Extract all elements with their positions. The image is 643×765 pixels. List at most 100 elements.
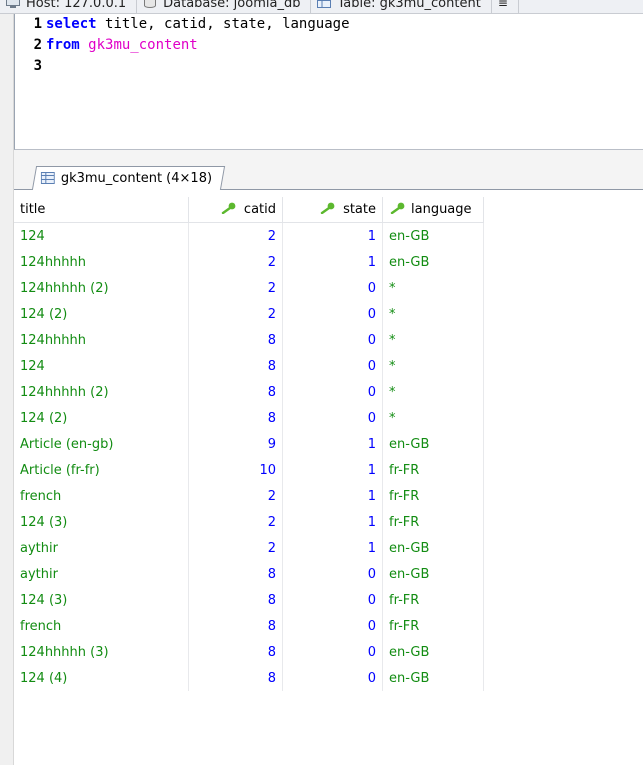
table-row[interactable]: Article (fr-fr) 10 1 fr-FR [14, 457, 484, 483]
cell-title[interactable]: Article (en-gb) [14, 431, 189, 457]
table-row[interactable]: 124 (2) 2 0 * [14, 301, 484, 327]
cell-catid[interactable]: 8 [188, 405, 283, 431]
column-header-language[interactable]: language [382, 197, 484, 223]
cell-catid[interactable]: 8 [188, 665, 283, 691]
table-row[interactable]: 124hhhhh (2) 8 0 * [14, 379, 484, 405]
cell-language[interactable]: fr-FR [382, 457, 484, 483]
table-tab[interactable]: Table: gk3mu_content [311, 0, 492, 13]
table-row[interactable]: Article (en-gb) 9 1 en-GB [14, 431, 484, 457]
editor-splitter[interactable] [14, 150, 643, 166]
cell-language[interactable]: * [382, 353, 484, 379]
cell-language[interactable]: * [382, 275, 484, 301]
cell-language[interactable]: fr-FR [382, 587, 484, 613]
table-row[interactable]: 124hhhhh (2) 2 0 * [14, 275, 484, 301]
cell-state[interactable]: 0 [282, 561, 383, 587]
column-header-title[interactable]: title [14, 197, 189, 223]
cell-title[interactable]: 124 (4) [14, 665, 189, 691]
cell-state[interactable]: 0 [282, 301, 383, 327]
cell-catid[interactable]: 8 [188, 379, 283, 405]
cell-language[interactable]: * [382, 405, 484, 431]
more-tabs-button[interactable]: ≡ [492, 0, 519, 13]
cell-title[interactable]: aythir [14, 561, 189, 587]
table-row[interactable]: 124hhhhh (3) 8 0 en-GB [14, 639, 484, 665]
table-row[interactable]: aythir 8 0 en-GB [14, 561, 484, 587]
cell-language[interactable]: * [382, 327, 484, 353]
cell-language[interactable]: * [382, 379, 484, 405]
cell-catid[interactable]: 8 [188, 639, 283, 665]
table-row[interactable]: 124 2 1 en-GB [14, 222, 484, 249]
cell-state[interactable]: 1 [282, 249, 383, 275]
table-row[interactable]: french 2 1 fr-FR [14, 483, 484, 509]
sql-editor[interactable]: 1 select title, catid, state, language 2f… [14, 14, 643, 150]
cell-title[interactable]: 124 (2) [14, 405, 189, 431]
cell-catid[interactable]: 2 [188, 509, 283, 535]
result-grid[interactable]: title catid state language 124 2 1 en-GB 124… [14, 197, 643, 765]
cell-state[interactable]: 1 [282, 222, 383, 249]
cell-state[interactable]: 0 [282, 275, 383, 301]
table-row[interactable]: 124 (2) 8 0 * [14, 405, 484, 431]
cell-state[interactable]: 1 [282, 509, 383, 535]
cell-catid[interactable]: 8 [188, 327, 283, 353]
table-row[interactable]: 124hhhhh 8 0 * [14, 327, 484, 353]
cell-title[interactable]: 124 (3) [14, 509, 189, 535]
cell-catid[interactable]: 2 [188, 249, 283, 275]
database-tab[interactable]: Database: joomla_db [137, 0, 312, 13]
cell-catid[interactable]: 8 [188, 587, 283, 613]
cell-language[interactable]: * [382, 301, 484, 327]
cell-title[interactable]: french [14, 613, 189, 639]
cell-catid[interactable]: 8 [188, 613, 283, 639]
cell-state[interactable]: 0 [282, 327, 383, 353]
column-header-state[interactable]: state [282, 197, 383, 223]
table-row[interactable]: 124 (3) 8 0 fr-FR [14, 587, 484, 613]
cell-catid[interactable]: 2 [188, 301, 283, 327]
cell-state[interactable]: 1 [282, 431, 383, 457]
cell-language[interactable]: fr-FR [382, 509, 484, 535]
cell-language[interactable]: fr-FR [382, 483, 484, 509]
cell-title[interactable]: aythir [14, 535, 189, 561]
cell-title[interactable]: Article (fr-fr) [14, 457, 189, 483]
table-row[interactable]: 124hhhhh 2 1 en-GB [14, 249, 484, 275]
cell-language[interactable]: fr-FR [382, 613, 484, 639]
cell-title[interactable]: 124hhhhh (2) [14, 379, 189, 405]
cell-language[interactable]: en-GB [382, 561, 484, 587]
cell-state[interactable]: 0 [282, 639, 383, 665]
cell-language[interactable]: en-GB [382, 222, 484, 249]
cell-state[interactable]: 0 [282, 587, 383, 613]
cell-state[interactable]: 0 [282, 665, 383, 691]
cell-language[interactable]: en-GB [382, 249, 484, 275]
cell-catid[interactable]: 10 [188, 457, 283, 483]
cell-title[interactable]: 124 [14, 353, 189, 379]
cell-title[interactable]: 124hhhhh [14, 327, 189, 353]
cell-title[interactable]: 124 (2) [14, 301, 189, 327]
table-row[interactable]: aythir 2 1 en-GB [14, 535, 484, 561]
cell-title[interactable]: 124hhhhh [14, 249, 189, 275]
cell-title[interactable]: 124hhhhh (3) [14, 639, 189, 665]
result-tab[interactable]: gk3mu_content (4×18) [31, 166, 226, 190]
cell-language[interactable]: en-GB [382, 639, 484, 665]
cell-catid[interactable]: 2 [188, 483, 283, 509]
table-row[interactable]: 124 (3) 2 1 fr-FR [14, 509, 484, 535]
cell-state[interactable]: 0 [282, 405, 383, 431]
cell-state[interactable]: 0 [282, 353, 383, 379]
cell-state[interactable]: 1 [282, 535, 383, 561]
column-header-catid[interactable]: catid [188, 197, 283, 223]
cell-state[interactable]: 1 [282, 483, 383, 509]
cell-title[interactable]: 124 [14, 222, 189, 249]
table-row[interactable]: 124 8 0 * [14, 353, 484, 379]
cell-catid[interactable]: 2 [188, 222, 283, 249]
table-row[interactable]: 124 (4) 8 0 en-GB [14, 665, 484, 691]
host-tab[interactable]: Host: 127.0.0.1 [0, 0, 138, 13]
cell-state[interactable]: 0 [282, 613, 383, 639]
cell-language[interactable]: en-GB [382, 535, 484, 561]
cell-state[interactable]: 0 [282, 379, 383, 405]
cell-state[interactable]: 1 [282, 457, 383, 483]
cell-title[interactable]: 124hhhhh (2) [14, 275, 189, 301]
table-row[interactable]: french 8 0 fr-FR [14, 613, 484, 639]
cell-title[interactable]: french [14, 483, 189, 509]
cell-language[interactable]: en-GB [382, 665, 484, 691]
cell-language[interactable]: en-GB [382, 431, 484, 457]
cell-catid[interactable]: 8 [188, 561, 283, 587]
cell-catid[interactable]: 2 [188, 535, 283, 561]
cell-catid[interactable]: 2 [188, 275, 283, 301]
cell-catid[interactable]: 8 [188, 353, 283, 379]
